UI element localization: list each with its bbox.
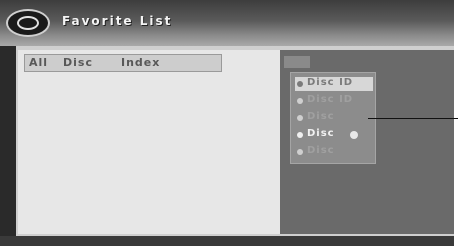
radio-dot-icon <box>297 149 303 155</box>
radio-dot-icon <box>297 81 303 87</box>
side-menu-area: Disc ID Disc ID Disc Disc Disc <box>280 50 454 234</box>
favorite-list-screen: Favorite List All Disc Index Disc ID Dis… <box>0 0 454 246</box>
radio-dot-icon <box>297 115 303 121</box>
menu-item-3[interactable]: Disc <box>295 111 373 125</box>
column-header-index[interactable]: Index <box>121 56 160 69</box>
favorite-list-body[interactable] <box>24 74 274 230</box>
menu-item-label: Disc ID <box>307 77 354 88</box>
menu-item-4[interactable]: Disc <box>295 128 373 142</box>
list-header: All Disc Index <box>24 54 222 72</box>
radio-dot-icon <box>297 132 303 138</box>
status-dot-icon <box>350 131 358 139</box>
options-menu: Disc ID Disc ID Disc Disc Disc <box>290 72 376 164</box>
menu-item-2[interactable]: Disc ID <box>295 94 373 108</box>
menu-item-label: Disc <box>307 128 335 139</box>
column-header-all[interactable]: All <box>29 56 48 69</box>
menu-item-label: Disc <box>307 111 335 122</box>
menu-tab <box>284 56 310 68</box>
screen-title: Favorite List <box>62 14 173 28</box>
menu-item-1[interactable]: Disc ID <box>295 77 373 91</box>
column-header-disc[interactable]: Disc <box>63 56 93 69</box>
menu-item-5[interactable]: Disc <box>295 145 373 159</box>
disc-logo-icon <box>6 9 50 37</box>
radio-dot-icon <box>297 98 303 104</box>
bottom-bar <box>0 236 454 246</box>
favorite-list-panel: All Disc Index <box>18 50 280 234</box>
callout-line <box>368 118 458 119</box>
menu-item-label: Disc ID <box>307 94 354 105</box>
title-bar: Favorite List <box>0 0 454 46</box>
menu-item-label: Disc <box>307 145 335 156</box>
